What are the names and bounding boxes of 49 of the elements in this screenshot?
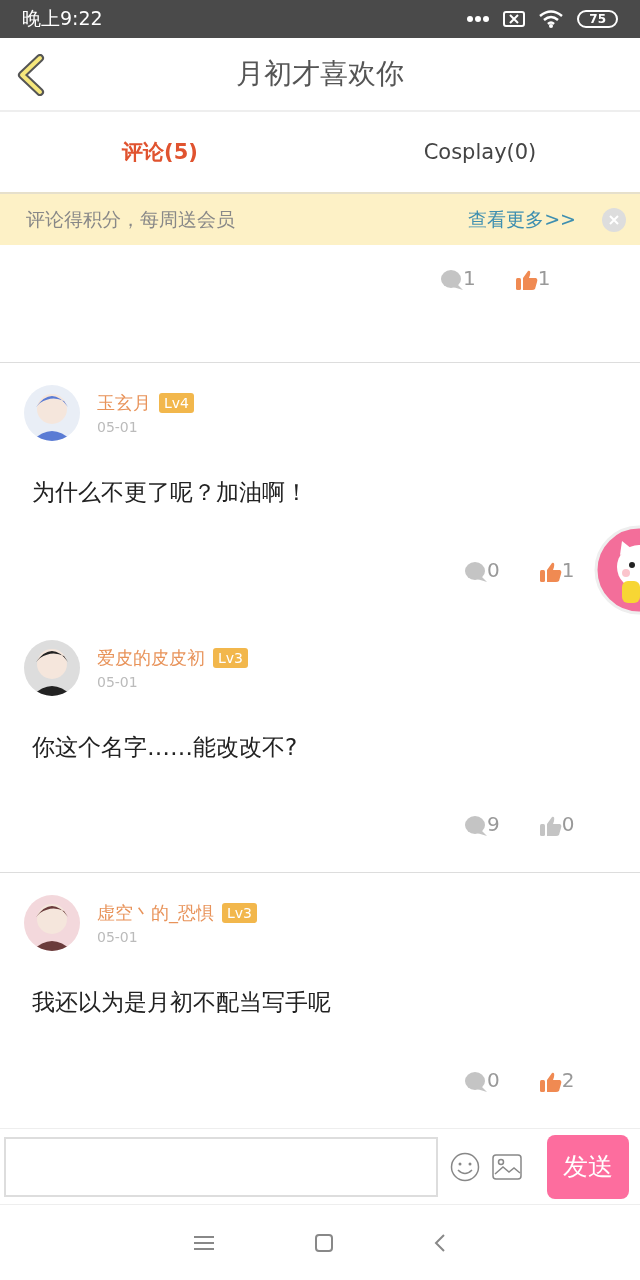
- sim-icon: [503, 11, 526, 27]
- more-icon: [467, 16, 490, 22]
- comment-icon: [465, 562, 487, 582]
- thumbs-up-icon[interactable]: [539, 562, 562, 582]
- send-button[interactable]: 发送: [547, 1134, 629, 1199]
- level-badge: Lv3: [222, 903, 257, 923]
- reply-count[interactable]: 0: [465, 558, 500, 582]
- username[interactable]: 玉玄月: [97, 391, 151, 415]
- thumbs-up-icon[interactable]: [515, 270, 538, 290]
- home-icon[interactable]: [314, 1232, 334, 1253]
- cat-mascot-icon[interactable]: [594, 525, 640, 615]
- tab[interactable]: 评论(5): [0, 112, 320, 192]
- like-count[interactable]: 1: [539, 558, 575, 582]
- comment-text: 我还以为是月初不配当写手呢: [32, 988, 332, 1017]
- comment-icon: [465, 816, 487, 836]
- emoji-icon[interactable]: [450, 1151, 480, 1182]
- page-title: 月初才喜欢你: [236, 56, 404, 92]
- level-badge: Lv4: [159, 393, 194, 413]
- thumbs-up-icon[interactable]: [539, 816, 562, 836]
- comment-date: 05-01: [97, 674, 139, 690]
- wifi-icon: [539, 10, 564, 28]
- comment-date: 05-01: [97, 419, 139, 435]
- reply-count[interactable]: 9: [465, 812, 500, 836]
- image-icon[interactable]: [492, 1153, 522, 1180]
- username[interactable]: 爱皮的皮皮初: [97, 646, 205, 670]
- avatar[interactable]: [24, 895, 80, 951]
- battery-indicator: 75: [577, 10, 618, 28]
- comment-text: 为什么不更了呢？加油啊！: [32, 478, 309, 507]
- like-count[interactable]: 1: [515, 266, 551, 290]
- reply-count[interactable]: 1: [441, 266, 476, 290]
- comment-text: 你这个名字……能改改不?: [32, 733, 299, 762]
- reply-count[interactable]: 0: [465, 1068, 500, 1092]
- like-count[interactable]: 2: [539, 1068, 575, 1092]
- avatar[interactable]: [24, 640, 80, 696]
- comment-date: 05-01: [97, 929, 139, 945]
- like-count[interactable]: 0: [539, 812, 575, 836]
- back-icon[interactable]: [16, 54, 46, 96]
- username[interactable]: 虚空丶的_恐惧: [97, 901, 214, 925]
- tab[interactable]: Cosplay(0): [320, 112, 640, 192]
- comment-icon: [465, 1072, 487, 1092]
- level-badge: Lv3: [213, 648, 248, 668]
- comment-input[interactable]: [4, 1136, 438, 1197]
- banner-text: 评论得积分，每周送会员: [26, 206, 236, 232]
- back-nav-icon[interactable]: [434, 1232, 446, 1253]
- thumbs-up-icon[interactable]: [539, 1072, 562, 1092]
- comment-icon: [441, 270, 463, 290]
- see-more-link[interactable]: 查看更多>>: [468, 206, 576, 233]
- menu-icon[interactable]: [194, 1234, 214, 1251]
- status-time: 晚上9:22: [22, 6, 103, 31]
